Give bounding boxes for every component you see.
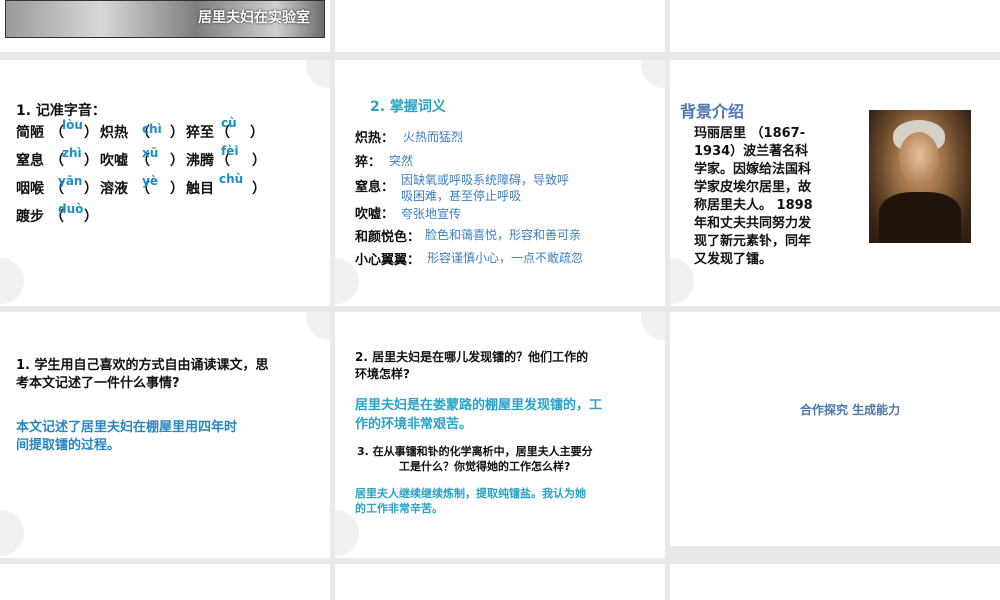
slide-thumb-top-middle[interactable]	[335, 0, 665, 52]
bracket: ）	[170, 125, 184, 141]
marie-curie-portrait	[869, 110, 971, 243]
slide-question-1[interactable]: 1. 学生用自己喜欢的方式自由诵读课文，思 考本文记述了一件什么事情? 本文记述…	[0, 312, 330, 558]
lab-photo: 居里夫妇在实验室	[5, 0, 325, 38]
bracket: ）	[252, 181, 266, 197]
word-chuixu: 吹嘘	[100, 153, 128, 169]
bio-line: 又发现了镭。	[694, 252, 773, 267]
pinyin-duo: duò	[58, 202, 84, 216]
vocab-meaning: 火热而猛烈	[403, 130, 464, 144]
vocab-meaning: 因缺氧或呼吸系统障碍，导致呼	[401, 173, 570, 187]
vocab-term: 吹嘘：	[355, 207, 395, 222]
vocab-meaning: 形容谨慎小心，一点不敢疏忽	[427, 251, 584, 265]
bracket: ）	[84, 125, 98, 141]
bracket: ）	[250, 125, 264, 141]
answer-text: 本文记述了居里夫妇在棚屋里用四年时	[16, 420, 238, 435]
word-chire: 炽热	[100, 125, 128, 141]
vocab-heading: 2. 掌握词义	[370, 99, 446, 115]
pinyin-lou: lòu	[62, 118, 83, 132]
portrait-face	[899, 132, 939, 184]
slide-thumb-top-right[interactable]	[670, 0, 1000, 52]
slide-question-2-3[interactable]: 2. 居里夫妇是在哪儿发现镭的？他们工作的 环境怎样? 居里夫妇是在娄蒙路的棚屋…	[335, 312, 665, 558]
answer-text-cont: 间提取镭的过程。	[16, 438, 121, 453]
word-zhixi: 窒息	[16, 153, 44, 169]
bracket: ）	[84, 209, 98, 225]
pinyin-chi: chì	[142, 122, 162, 136]
bio-line: 学家皮埃尔居里，故	[694, 180, 812, 195]
question-text-cont: 考本文记述了一件什么事情?	[16, 376, 180, 391]
vocab-term: 猝：	[355, 155, 382, 170]
bracket: ）	[170, 153, 184, 169]
word-cuzhi: 猝至	[186, 125, 214, 141]
pinyin-xu: xū	[142, 146, 159, 160]
slide-pronunciation[interactable]: 1. 记准字音： 简陋 （ lòu ） 炽热 （ chì ） 猝至 （ cù ）…	[0, 60, 330, 306]
portrait-body	[879, 192, 961, 243]
decorative-circle	[306, 312, 330, 340]
vocab-meaning: 夸张地宣传	[401, 207, 462, 221]
slide-thumb-bottom-right[interactable]	[670, 564, 1000, 600]
pinyin-ye: yè	[142, 174, 158, 188]
decorative-circle	[306, 60, 330, 88]
bio-line: 1934）波兰著名科	[694, 144, 809, 159]
question-3-text: 3. 在从事镭和钋的化学离析中，居里夫人主要分	[357, 445, 593, 458]
pinyin-yan: yān	[58, 174, 83, 188]
vocab-meaning-cont: 吸困难，甚至停止呼吸	[401, 189, 522, 203]
decorative-circle	[670, 258, 694, 304]
word-feiteng: 沸腾	[186, 153, 214, 169]
decorative-circle	[641, 60, 665, 88]
decorative-circle	[641, 312, 665, 340]
slide-section-title[interactable]: 合作探究 生成能力	[670, 312, 1000, 546]
word-yanhou: 咽喉	[16, 181, 44, 197]
word-chumu: 触目	[186, 181, 214, 197]
bio-line: 称居里夫人。 1898	[694, 198, 813, 213]
vocab-term: 炽热：	[355, 131, 395, 146]
vocab-meaning: 脸色和蔼喜悦，形容和善可亲	[425, 228, 582, 242]
decorative-circle	[335, 510, 359, 556]
answer-3-text-cont: 的工作非常辛苦。	[355, 502, 443, 515]
answer-text: 居里夫妇是在娄蒙路的棚屋里发现镭的，工	[355, 398, 603, 413]
question-text: 1. 学生用自己喜欢的方式自由诵读课文，思	[16, 358, 269, 373]
answer-text-cont: 作的环境非常艰苦。	[355, 417, 473, 432]
slide-vocabulary[interactable]: 2. 掌握词义 炽热： 火热而猛烈 猝： 突然 窒息： 因缺氧或呼吸系统障碍，导…	[335, 60, 665, 306]
question-text: 2. 居里夫妇是在哪儿发现镭的？他们工作的	[355, 350, 589, 364]
bracket: ）	[84, 153, 98, 169]
decorative-circle	[0, 510, 24, 556]
word-jianlou: 简陋	[16, 125, 44, 141]
section-title: 合作探究 生成能力	[800, 403, 901, 417]
pinyin-chu: chù	[219, 172, 244, 186]
vocab-meaning: 突然	[389, 154, 414, 168]
bio-line: 现了新元素钋，同年	[694, 234, 812, 249]
pinyin-fei: fèi	[221, 144, 239, 158]
bracket: ）	[170, 181, 184, 197]
decorative-circle	[0, 258, 24, 304]
question-text-cont: 环境怎样?	[355, 367, 410, 381]
answer-3-text: 居里夫人继续继续炼制，提取纯镭盐。我认为她	[355, 487, 586, 500]
pinyin-zhi: zhì	[62, 146, 82, 160]
bio-line: 玛丽居里 （1867-	[694, 126, 806, 141]
slide-thumb-top-left[interactable]: 居里夫妇在实验室	[0, 0, 330, 52]
question-3-text-cont: 工是什么？你觉得她的工作怎么样?	[399, 460, 571, 473]
background-heading: 背景介绍	[680, 102, 745, 121]
slide-thumb-bottom-left[interactable]	[0, 564, 330, 600]
vocab-term: 和颜悦色：	[355, 230, 421, 245]
vocab-term: 小心翼翼：	[355, 253, 421, 268]
pinyin-cu: cù	[221, 116, 237, 130]
slide-thumb-bottom-middle[interactable]	[335, 564, 665, 600]
bracket: ）	[84, 181, 98, 197]
bio-line: 年和丈夫共同努力发	[694, 216, 812, 231]
word-duobu: 踱步	[16, 209, 44, 225]
vocab-term: 窒息：	[355, 180, 395, 195]
word-rongye: 溶液	[100, 181, 128, 197]
bio-line: 学家。因嫁给法国科	[694, 162, 812, 177]
pronunciation-heading: 1. 记准字音：	[16, 103, 106, 119]
bracket: ）	[252, 153, 266, 169]
photo-caption: 居里夫妇在实验室	[198, 10, 310, 26]
